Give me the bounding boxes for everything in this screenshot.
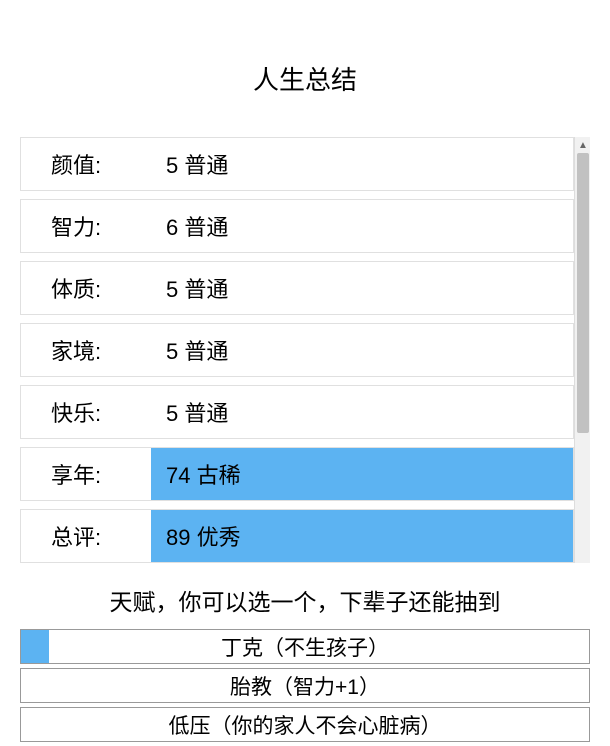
talent-label: 胎教（智力+1） [230,671,380,701]
stat-value: 5 普通 [151,138,573,190]
stat-label: 总评: [21,520,151,552]
stat-label: 体质: [21,272,151,304]
stat-value: 74 古稀 [151,448,573,500]
stat-row: 家境:5 普通 [20,323,574,377]
stat-value: 5 普通 [151,262,573,314]
stat-label: 颜值: [21,148,151,180]
stat-label: 享年: [21,458,151,490]
stats-wrapper: 颜值:5 普通智力:6 普通体质:5 普通家境:5 普通快乐:5 普通享年:74… [20,137,590,563]
talent-item[interactable]: 丁克（不生孩子） [20,629,590,664]
stat-row: 体质:5 普通 [20,261,574,315]
stat-row: 快乐:5 普通 [20,385,574,439]
stat-label: 家境: [21,334,151,366]
stat-value: 6 普通 [151,200,573,252]
stat-row: 颜值:5 普通 [20,137,574,191]
stat-row: 总评:89 优秀 [20,509,574,563]
talent-list: 丁克（不生孩子） 胎教（智力+1） 低压（你的家人不会心脏病） [20,629,590,742]
stat-value: 5 普通 [151,386,573,438]
talent-item[interactable]: 低压（你的家人不会心脏病） [20,707,590,742]
stat-label: 智力: [21,210,151,242]
stats-list: 颜值:5 普通智力:6 普通体质:5 普通家境:5 普通快乐:5 普通享年:74… [20,137,574,563]
summary-container: 人生总结 颜值:5 普通智力:6 普通体质:5 普通家境:5 普通快乐:5 普通… [0,0,610,746]
stat-label: 快乐: [21,396,151,428]
talent-label: 低压（你的家人不会心脏病） [169,710,442,740]
stat-value: 89 优秀 [151,510,573,562]
scrollbar[interactable]: ▲ [574,137,590,563]
page-title: 人生总结 [20,60,590,97]
scroll-up-icon[interactable]: ▲ [575,137,591,153]
talent-label: 丁克（不生孩子） [221,632,389,662]
talent-item[interactable]: 胎教（智力+1） [20,668,590,703]
stat-value: 5 普通 [151,324,573,376]
stat-row: 智力:6 普通 [20,199,574,253]
talent-prompt: 天赋，你可以选一个，下辈子还能抽到 [20,583,590,617]
stat-row: 享年:74 古稀 [20,447,574,501]
scroll-thumb[interactable] [577,153,589,433]
